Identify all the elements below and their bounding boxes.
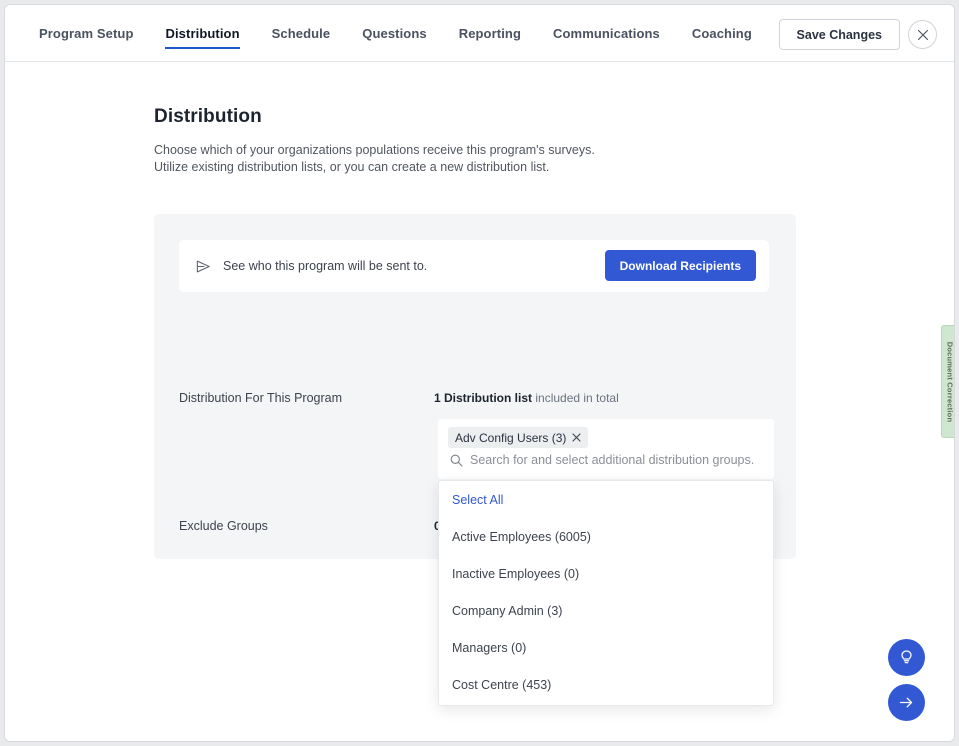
next-step-button[interactable] bbox=[888, 684, 925, 721]
tab-label: Distribution bbox=[165, 26, 239, 41]
arrow-right-icon bbox=[897, 693, 916, 712]
dropdown-option-label: Company Admin (3) bbox=[452, 604, 562, 618]
tab-schedule[interactable]: Schedule bbox=[256, 5, 347, 62]
tab-label: Communications bbox=[553, 26, 660, 41]
download-recipients-button[interactable]: Download Recipients bbox=[605, 250, 756, 281]
dropdown-option-label: Active Employees (6005) bbox=[452, 530, 591, 544]
help-tips-button[interactable] bbox=[888, 639, 925, 676]
top-right-actions: Save Changes bbox=[779, 19, 937, 50]
dropdown-option-managers[interactable]: Managers (0) bbox=[439, 629, 773, 666]
tab-reporting[interactable]: Reporting bbox=[443, 5, 537, 62]
tab-communications[interactable]: Communications bbox=[537, 5, 676, 62]
selected-chips: Adv Config Users (3) bbox=[448, 427, 588, 448]
tab-distribution[interactable]: Distribution bbox=[149, 5, 255, 62]
feedback-side-tab[interactable]: Document Correction bbox=[941, 325, 955, 438]
send-icon bbox=[195, 258, 212, 275]
chip-remove-button[interactable] bbox=[572, 433, 581, 442]
page-description-line-2: Utilize existing distribution lists, or … bbox=[154, 159, 595, 176]
page-body: Distribution Choose which of your organi… bbox=[5, 62, 954, 742]
save-changes-label: Save Changes bbox=[797, 28, 882, 42]
dropdown-option-active-employees[interactable]: Active Employees (6005) bbox=[439, 518, 773, 555]
dropdown-option-label: Managers (0) bbox=[452, 641, 526, 655]
dropdown-option-select-all[interactable]: Select All bbox=[439, 481, 773, 518]
close-icon bbox=[572, 433, 581, 442]
tab-label: Schedule bbox=[272, 26, 331, 41]
distribution-summary-count: 1 Distribution list bbox=[434, 391, 532, 405]
close-icon bbox=[917, 29, 929, 41]
download-recipients-label: Download Recipients bbox=[620, 259, 741, 273]
save-changes-button[interactable]: Save Changes bbox=[779, 19, 900, 50]
dropdown-option-label: Cost Centre (453) bbox=[452, 678, 551, 692]
recipients-banner-text: See who this program will be sent to. bbox=[223, 259, 427, 273]
search-icon bbox=[450, 454, 463, 467]
page-description: Choose which of your organizations popul… bbox=[154, 142, 595, 176]
tab-label: Coaching bbox=[692, 26, 752, 41]
dropdown-option-inactive-employees[interactable]: Inactive Employees (0) bbox=[439, 555, 773, 592]
search-field bbox=[450, 453, 764, 467]
page-description-line-1: Choose which of your organizations popul… bbox=[154, 142, 595, 159]
distribution-for-this-program-label: Distribution For This Program bbox=[179, 391, 342, 405]
tab-label: Reporting bbox=[459, 26, 521, 41]
tab-label: Program Setup bbox=[39, 26, 133, 41]
distribution-search-input[interactable] bbox=[470, 453, 764, 467]
floating-action-buttons bbox=[888, 639, 925, 721]
recipients-banner: See who this program will be sent to. Do… bbox=[179, 240, 769, 292]
tab-label: Questions bbox=[362, 26, 426, 41]
distribution-summary-suffix: included in total bbox=[532, 391, 619, 405]
lightbulb-icon bbox=[897, 648, 916, 667]
dropdown-option-label: Select All bbox=[452, 493, 503, 507]
tab-questions[interactable]: Questions bbox=[346, 5, 442, 62]
close-button[interactable] bbox=[908, 20, 937, 49]
page-title: Distribution bbox=[154, 106, 262, 128]
dropdown-option-label: Inactive Employees (0) bbox=[452, 567, 579, 581]
tab-program-setup[interactable]: Program Setup bbox=[23, 5, 149, 62]
chip-adv-config-users[interactable]: Adv Config Users (3) bbox=[448, 427, 588, 448]
tab-coaching[interactable]: Coaching bbox=[676, 5, 768, 62]
primary-tab-nav: Program Setup Distribution Schedule Ques… bbox=[23, 5, 768, 62]
distribution-group-dropdown[interactable]: Select All Active Employees (6005) Inact… bbox=[438, 480, 774, 706]
distribution-group-multiselect[interactable]: Adv Config Users (3) bbox=[438, 419, 774, 479]
chip-label: Adv Config Users (3) bbox=[455, 431, 566, 445]
dropdown-option-company-admin[interactable]: Company Admin (3) bbox=[439, 592, 773, 629]
distribution-summary: 1 Distribution list included in total bbox=[434, 391, 619, 405]
application-window: Program Setup Distribution Schedule Ques… bbox=[4, 4, 955, 742]
exclude-groups-label: Exclude Groups bbox=[179, 519, 268, 533]
dropdown-option-cost-centre[interactable]: Cost Centre (453) bbox=[439, 666, 773, 703]
top-bar: Program Setup Distribution Schedule Ques… bbox=[5, 5, 954, 62]
feedback-side-tab-label: Document Correction bbox=[945, 341, 954, 421]
